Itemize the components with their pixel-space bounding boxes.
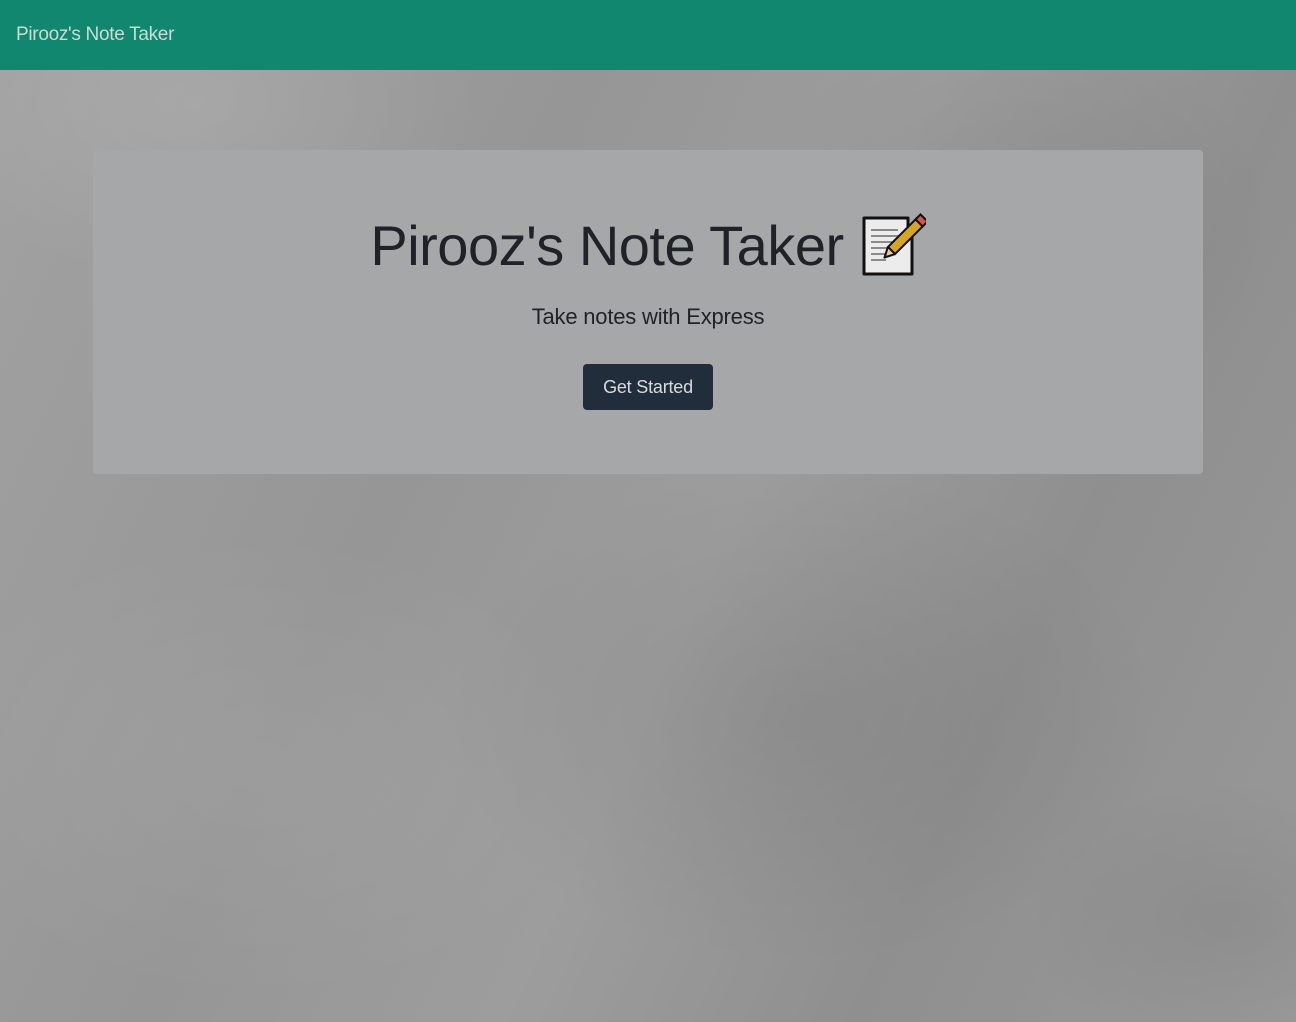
memo-icon: [860, 212, 929, 278]
page-title: Pirooz's Note Taker: [370, 213, 844, 277]
get-started-button[interactable]: Get Started: [583, 364, 713, 410]
navbar-brand-link[interactable]: Pirooz's Note Taker: [16, 24, 174, 46]
hero-title-row: Pirooz's Note Taker: [93, 212, 1203, 278]
hero-card: Pirooz's Note Taker Take notes with Expr…: [93, 150, 1203, 474]
navbar: Pirooz's Note Taker: [0, 0, 1296, 70]
hero-subtitle: Take notes with Express: [531, 304, 765, 329]
